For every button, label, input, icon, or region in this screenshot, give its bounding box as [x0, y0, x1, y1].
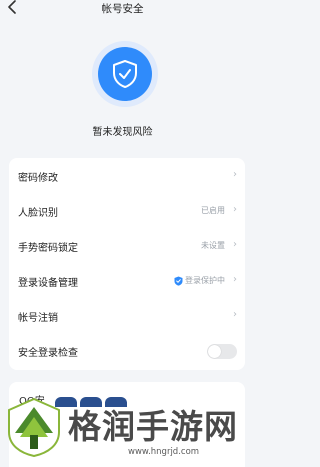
settings-row-label: 帐号注销 — [18, 313, 58, 324]
settings-row-label: 安全登录检查 — [18, 348, 78, 359]
toggle-knob — [208, 345, 221, 358]
watermark-text: 格润手游网 — [68, 407, 238, 446]
shield-check-icon — [174, 276, 183, 286]
page-title: 帐号安全 — [101, 3, 144, 15]
watermark-url: www.hngrjd.com — [128, 447, 200, 457]
settings-row-label: 手势密码锁定 — [18, 243, 78, 254]
settings-row-label: 人脸识别 — [18, 208, 58, 219]
settings-row-value: 登录保护中 — [185, 276, 225, 285]
chevron-right-icon: › — [233, 204, 237, 215]
shield-check-icon — [113, 60, 137, 88]
chevron-right-icon: › — [233, 169, 237, 180]
watermark: 格润手游网 www.hngrjd.com — [0, 392, 245, 467]
chevron-right-icon: › — [233, 309, 237, 320]
settings-row-value-with-icon: 登录保护中 — [174, 275, 225, 286]
settings-row-login-check: 安全登录检查 — [9, 333, 245, 368]
chevron-right-icon: › — [233, 274, 237, 285]
settings-row-value: 未设置 — [201, 241, 225, 250]
header: 帐号安全 — [0, 0, 245, 18]
security-status-badge — [92, 41, 158, 107]
settings-row-label: 登录设备管理 — [18, 278, 78, 289]
watermark-logo-icon — [8, 397, 60, 457]
settings-row-account-deletion[interactable]: 帐号注销 › — [9, 298, 245, 333]
security-settings-card: 密码修改 › 人脸识别 已启用 › 手势密码锁定 未设置 › 登录设备管理 登录… — [9, 158, 245, 370]
settings-row-password[interactable]: 密码修改 › — [9, 158, 245, 193]
settings-row-device-management[interactable]: 登录设备管理 登录保护中 › — [9, 263, 245, 298]
login-check-toggle[interactable] — [207, 344, 237, 359]
settings-row-value: 已启用 — [201, 206, 225, 215]
settings-row-label: 密码修改 — [18, 173, 58, 184]
risk-status-text: 暂未发现风险 — [92, 127, 153, 138]
settings-row-face-recognition[interactable]: 人脸识别 已启用 › — [9, 193, 245, 228]
chevron-right-icon: › — [233, 239, 237, 250]
settings-row-gesture-lock[interactable]: 手势密码锁定 未设置 › — [9, 228, 245, 263]
